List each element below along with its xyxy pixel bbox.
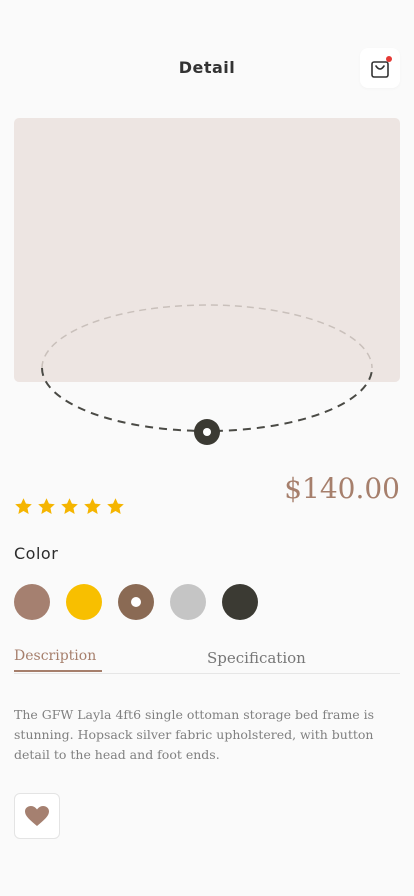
star-icon	[15, 498, 32, 514]
color-swatch[interactable]	[14, 584, 50, 620]
color-swatches	[14, 584, 258, 620]
tabs: Description Specification	[14, 648, 400, 674]
product-price: $140.00	[284, 472, 400, 505]
favorite-button[interactable]	[14, 793, 60, 839]
cart-button[interactable]	[360, 48, 400, 88]
rating-stars	[14, 497, 125, 516]
star-icon	[107, 498, 124, 514]
color-swatch[interactable]	[118, 584, 154, 620]
color-swatch[interactable]	[66, 584, 102, 620]
product-description: The GFW Layla 4ft6 single ottoman storag…	[14, 707, 375, 762]
color-label: Color	[14, 544, 59, 563]
color-swatch[interactable]	[170, 584, 206, 620]
color-swatch[interactable]	[222, 584, 258, 620]
star-icon	[61, 498, 78, 514]
product-image	[14, 118, 400, 382]
page-title: Detail	[178, 58, 236, 77]
tab-specification[interactable]: Specification	[207, 649, 306, 667]
cart-badge	[386, 56, 392, 62]
rotate-handle[interactable]	[194, 419, 220, 445]
tab-description[interactable]: Description	[14, 648, 102, 672]
star-icon	[38, 498, 55, 514]
heart-icon	[25, 806, 49, 826]
selected-indicator	[131, 597, 141, 607]
star-icon	[84, 498, 101, 514]
